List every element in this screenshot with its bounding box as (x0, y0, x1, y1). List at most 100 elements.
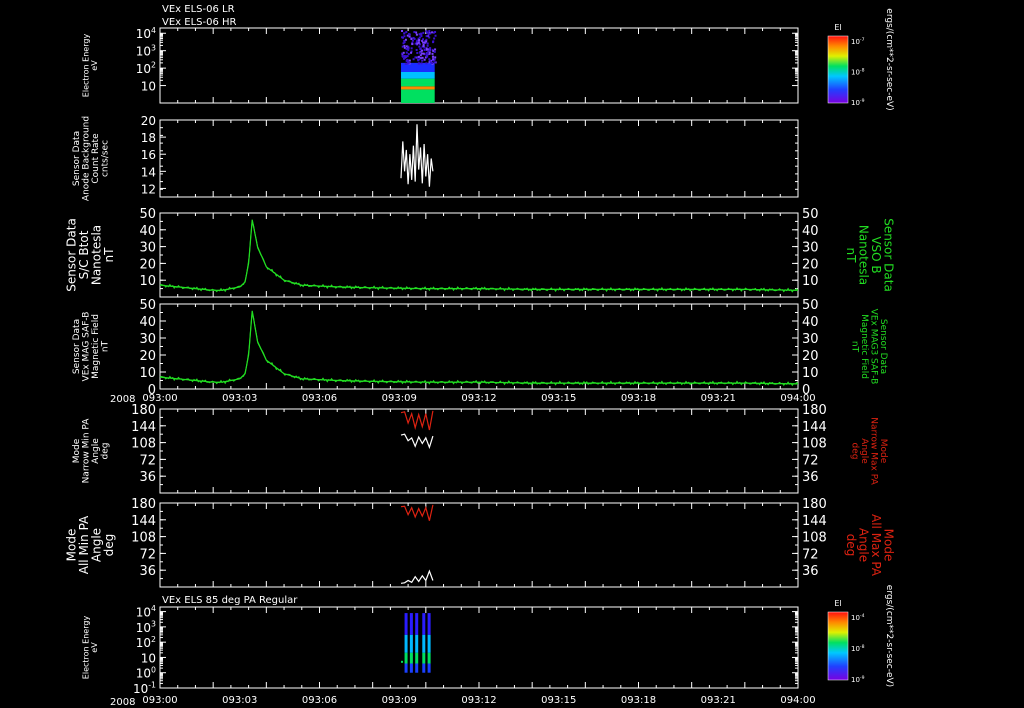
heatmap-strip (409, 652, 413, 664)
y-tick-label-right: 180 (802, 403, 827, 418)
y-axis-label-all-pa: ModeAll Min PAAngledeg (64, 515, 116, 574)
heatmap-speckle (428, 36, 431, 39)
heatmap-band (401, 92, 435, 103)
heatmap-speckle (405, 47, 408, 50)
y-axis-label-all-pa-line: deg (102, 534, 116, 557)
heatmap-speckle (401, 30, 404, 32)
heatmap-speckle (421, 56, 424, 59)
heatmap-speckle (425, 62, 428, 65)
heatmap-speckle (405, 51, 408, 54)
heatmap-speckle (412, 36, 415, 39)
y-tick-label: 30 (139, 241, 156, 256)
y-axis-label-els-85deg-pa: Electron Energy eV (82, 616, 99, 680)
heatmap-speckle (401, 36, 404, 39)
panel-frame (159, 606, 799, 689)
heatmap-strip (422, 663, 426, 673)
heatmap-speckle (426, 55, 429, 58)
heatmap-speckle (415, 33, 418, 36)
heatmap-strip (427, 663, 431, 673)
heatmap-speckle (429, 47, 432, 50)
y-axis-label-sc-bmag-line: nT (102, 247, 116, 263)
y-axis-label-right-sc-bmag: Sensor DataVSO BNanoteslanT (844, 218, 896, 292)
heatmap-speckle (407, 53, 410, 56)
y-tick-label: 0 (148, 383, 156, 398)
y-tick-label: 40 (139, 224, 156, 239)
heatmap-speckle (423, 48, 426, 51)
heatmap-speckle (417, 59, 420, 62)
heatmap-speckle (404, 55, 407, 58)
heatmap-speckle (417, 62, 420, 65)
heatmap-speckle (426, 44, 429, 47)
y-tick-label-right: 36 (802, 564, 819, 579)
y-axis-label-right-mag-safe-b-line: nT (850, 341, 860, 353)
heatmap-speckle (413, 31, 416, 34)
heatmap-speckle (425, 52, 428, 55)
heatmap-speckle (423, 58, 426, 61)
y-tick-label: 108 (131, 531, 156, 546)
heatmap-band (401, 83, 435, 87)
heatmap-strip (409, 613, 413, 635)
heatmap-speckle (411, 43, 414, 46)
y-tick-label: 72 (139, 547, 156, 562)
heatmap-speckle (408, 59, 411, 62)
y-tick-label: 103 (136, 619, 156, 634)
heatmap-speckle (402, 51, 405, 54)
heatmap-speckle (431, 31, 434, 34)
heatmap-speckle (404, 62, 407, 65)
heatmap-strip (404, 634, 408, 653)
y-tick-label: 72 (139, 453, 156, 468)
year-label-bottom: 2008 (110, 697, 135, 708)
colorbar-els-85deg-pa-units: ergs/(cm**2-sr-sec-eV) (884, 585, 894, 687)
heatmap-strip (427, 652, 431, 664)
x-tick-label: 093:00 (142, 695, 177, 706)
y-tick-label: 36 (139, 470, 156, 485)
x-tick-label: 093:06 (302, 695, 337, 706)
y-tick-label-right: 72 (802, 547, 819, 562)
y-tick-label-right: 40 (802, 315, 819, 330)
heatmap-speckle (417, 39, 420, 42)
heatmap-speckle (422, 45, 425, 48)
heatmap-speckle (402, 42, 405, 45)
heatmap-speckle (410, 47, 413, 50)
heatmap-speckle (416, 42, 419, 45)
y-tick-label: 30 (139, 332, 156, 347)
y-tick-label: 108 (131, 437, 156, 452)
heatmap-speckle (434, 48, 437, 51)
heatmap-speckle (407, 49, 410, 52)
panel-frame (159, 212, 799, 298)
heatmap-speckle (433, 50, 436, 53)
y-axis-label-mag-safe-b: Sensor Data VEx MAG SAF-B Magnetic Field nT (72, 312, 110, 382)
y-tick-label: 20 (139, 257, 156, 272)
heatmap-speckle (422, 38, 425, 41)
y-axis-label-narrow-pa: Mode Narrow Min PA Angle deg (72, 418, 110, 484)
heatmap-strip (415, 613, 419, 635)
heatmap-speckle (403, 35, 406, 38)
heatmap-speckle (431, 55, 434, 58)
heatmap-speckle (414, 56, 417, 59)
heatmap-speckle (408, 33, 411, 36)
y-tick-label: 18 (141, 131, 156, 145)
y-tick-label: 10 (139, 274, 156, 289)
y-axis-label-els-85deg-pa-line: eV (90, 642, 99, 653)
series-line-narrow-pa-1 (400, 433, 434, 450)
x-tick-label: 093:06 (302, 393, 337, 404)
y-tick-label-right: 20 (802, 349, 819, 364)
colorbar-els-85deg-pa-bar (827, 611, 849, 681)
colorbar-els-lr-hr-spectrogram-units-line: ergs/(cm**2-sr-sec-eV) (884, 8, 894, 110)
heatmap-strip (404, 652, 408, 664)
y-tick-label: 40 (139, 315, 156, 330)
heatmap-strip (415, 634, 419, 653)
y-tick-label-right: 10 (802, 366, 819, 381)
heatmap-speckle (412, 58, 415, 61)
heatmap-strip (415, 652, 419, 664)
heatmap-speckle (422, 31, 425, 34)
heatmap-strip (427, 613, 431, 635)
x-tick-label: 093:09 (382, 393, 417, 404)
heatmap-speckle (405, 59, 408, 62)
heatmap-speckle (421, 49, 424, 52)
y-tick-label: 20 (139, 349, 156, 364)
heatmap-speckle (408, 35, 411, 38)
heatmap-speckle (415, 31, 418, 34)
series-line-anode-background-0 (400, 124, 434, 187)
heatmap-speckle (416, 39, 419, 42)
